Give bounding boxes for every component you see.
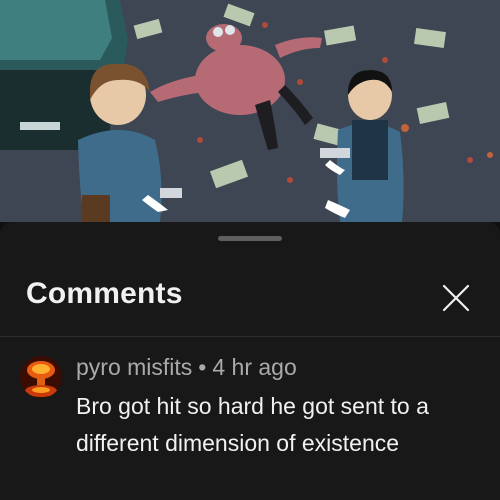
comment-time: 4 hr ago [212,354,297,380]
avatar[interactable] [20,356,62,398]
comments-title: Comments [26,277,183,310]
video-frame-illustration [0,0,500,222]
comment-author[interactable]: pyro misfits [76,354,192,380]
explosion-avatar-icon [20,356,62,398]
close-icon [442,284,470,312]
comment-text: Bro got hit so hard he got sent to a dif… [76,393,429,456]
drag-handle[interactable] [218,236,282,241]
video-player[interactable] [0,0,500,222]
comment-meta: pyro misfits • 4 hr ago [76,354,297,381]
close-button[interactable] [438,280,474,316]
meta-separator: • [198,354,207,380]
divider [0,336,500,337]
comments-panel: Comments pyro misfits • 4 hr ago Bro got h… [0,222,500,500]
